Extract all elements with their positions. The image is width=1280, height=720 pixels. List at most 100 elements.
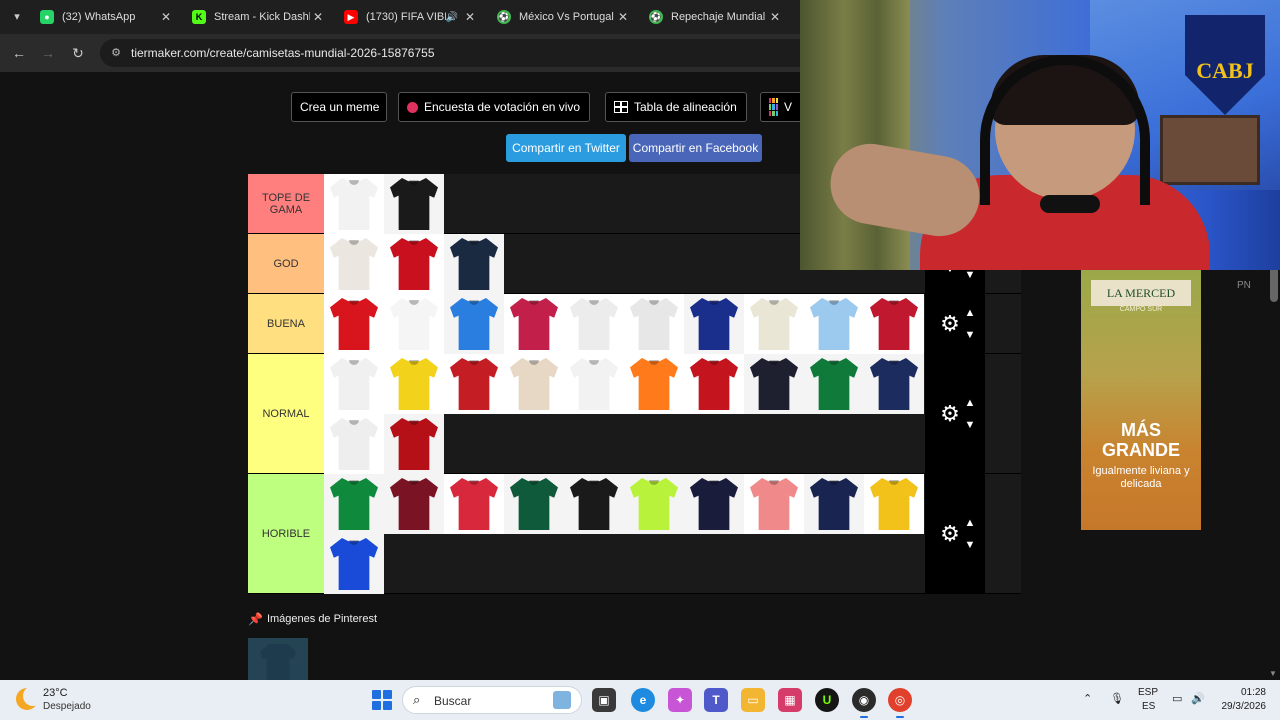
jersey-card[interactable]	[804, 354, 864, 414]
keyboard-layout[interactable]: ES	[1142, 701, 1155, 712]
tab-kick[interactable]: K Stream - Kick Dashboard ✕	[184, 4, 334, 30]
tier-label[interactable]: NORMAL	[248, 354, 324, 473]
jersey-card[interactable]	[624, 294, 684, 354]
jersey-card[interactable]	[564, 294, 624, 354]
tier-label[interactable]: BUENA	[248, 294, 324, 353]
speaker-icon[interactable]: 🔊	[446, 12, 458, 23]
live-poll-button[interactable]: Encuesta de votación en vivo	[398, 92, 590, 122]
tab-youtube[interactable]: ▶ (1730) FIFA VIBES 🔊 ✕	[336, 4, 486, 30]
forward-arrow-icon[interactable]: →	[37, 42, 59, 64]
more-tools-button[interactable]: V	[760, 92, 800, 122]
calendar-app-icon[interactable]: ▦	[778, 688, 802, 712]
microphone-tray-icon[interactable]: 🎙	[1110, 692, 1124, 705]
close-icon[interactable]: ✕	[158, 10, 174, 24]
edge-icon[interactable]: e	[631, 688, 655, 712]
jersey-card[interactable]	[504, 354, 564, 414]
jersey-card[interactable]	[624, 354, 684, 414]
jersey-card[interactable]	[324, 474, 384, 534]
tier-label[interactable]: GOD	[248, 234, 324, 293]
jersey-card[interactable]	[444, 474, 504, 534]
taskbar-search[interactable]: ⌕ Buscar	[402, 686, 582, 714]
jersey-card[interactable]	[624, 474, 684, 534]
obs-icon[interactable]: ◉	[852, 688, 876, 718]
jersey-card[interactable]	[324, 414, 384, 474]
close-icon[interactable]: ✕	[767, 10, 783, 24]
create-meme-button[interactable]: Crea un meme	[291, 92, 387, 122]
jersey-card[interactable]	[384, 174, 444, 234]
jersey-card[interactable]	[324, 234, 384, 294]
jersey-card[interactable]	[324, 294, 384, 354]
share-twitter-button[interactable]: Compartir en Twitter	[506, 134, 626, 162]
jersey-card[interactable]	[504, 294, 564, 354]
chevron-up-icon[interactable]: ▲	[963, 396, 977, 410]
clock-time[interactable]: 01:28	[1240, 687, 1266, 698]
address-bar[interactable]: ⚙ tiermaker.com/create/camisetas-mundial…	[100, 39, 820, 67]
tier-label[interactable]: TOPE DE GAMA	[248, 174, 324, 233]
jersey-card[interactable]	[564, 474, 624, 534]
clock-date[interactable]: 29/3/2026	[1218, 701, 1267, 712]
jersey-card[interactable]	[684, 354, 744, 414]
pinterest-image[interactable]	[248, 638, 308, 680]
site-info-icon[interactable]: ⚙	[108, 45, 124, 61]
jersey-card[interactable]	[384, 234, 444, 294]
jersey-card[interactable]	[744, 474, 804, 534]
teams-icon[interactable]: T	[704, 688, 728, 712]
chrome-icon[interactable]: ◎	[888, 688, 912, 718]
chevron-down-icon[interactable]: ▼	[963, 538, 977, 552]
jersey-card[interactable]	[384, 414, 444, 474]
jersey-card[interactable]	[864, 474, 924, 534]
back-arrow-icon[interactable]: ←	[8, 42, 30, 64]
weather-description[interactable]: Despejado	[43, 701, 91, 712]
weather-temperature[interactable]: 23°C	[43, 687, 68, 699]
jersey-card[interactable]	[804, 474, 864, 534]
jersey-card[interactable]	[444, 234, 504, 294]
upwork-icon[interactable]: U	[815, 688, 839, 712]
copilot-icon[interactable]: ✦	[668, 688, 692, 712]
tab-mexico-portugal[interactable]: ⚽ México Vs Portugal - ✕	[489, 4, 639, 30]
moon-weather-icon[interactable]	[16, 686, 43, 710]
tier-label[interactable]: HORIBLE	[248, 474, 324, 593]
jersey-card[interactable]	[384, 294, 444, 354]
jersey-card[interactable]	[444, 294, 504, 354]
scroll-down-arrow-icon[interactable]: ▼	[1269, 669, 1277, 678]
chevron-down-icon[interactable]: ▼	[963, 328, 977, 342]
gear-icon[interactable]: ⚙	[939, 523, 961, 545]
jersey-card[interactable]	[684, 294, 744, 354]
tab-search-dropdown-icon[interactable]: ▾	[6, 6, 28, 28]
gear-icon[interactable]: ⚙	[939, 313, 961, 335]
task-view-icon[interactable]: ▣	[592, 688, 616, 712]
advertisement-banner[interactable]: LA MERCED CAMPO SUR MÁS GRANDE Igualment…	[1081, 270, 1201, 530]
jersey-card[interactable]	[744, 354, 804, 414]
jersey-card[interactable]	[864, 354, 924, 414]
jersey-card[interactable]	[384, 474, 444, 534]
close-icon[interactable]: ✕	[462, 10, 478, 24]
jersey-card[interactable]	[504, 474, 564, 534]
chevron-up-icon[interactable]: ▲	[963, 306, 977, 320]
file-explorer-icon[interactable]: ▭	[741, 688, 765, 712]
jersey-card[interactable]	[324, 354, 384, 414]
close-icon[interactable]: ✕	[310, 10, 326, 24]
jersey-card[interactable]	[324, 174, 384, 234]
windows-start-icon[interactable]	[372, 690, 392, 710]
close-icon[interactable]: ✕	[615, 10, 631, 24]
jersey-card[interactable]	[804, 294, 864, 354]
jersey-card[interactable]	[384, 354, 444, 414]
volume-icon[interactable]: 🔊	[1191, 692, 1205, 705]
chevron-down-icon[interactable]: ▼	[963, 268, 977, 282]
input-language[interactable]: ESP	[1138, 687, 1158, 698]
chevron-up-icon[interactable]: ⌃	[1083, 692, 1092, 705]
jersey-card[interactable]	[444, 354, 504, 414]
network-icon[interactable]: ▭	[1172, 692, 1182, 705]
lineup-table-button[interactable]: Tabla de alineación	[605, 92, 747, 122]
share-facebook-button[interactable]: Compartir en Facebook	[629, 134, 762, 162]
chevron-up-icon[interactable]: ▲	[963, 516, 977, 530]
jersey-card[interactable]	[744, 294, 804, 354]
chevron-down-icon[interactable]: ▼	[963, 418, 977, 432]
jersey-card[interactable]	[864, 294, 924, 354]
gear-icon[interactable]: ⚙	[939, 403, 961, 425]
jersey-card[interactable]	[684, 474, 744, 534]
tab-whatsapp[interactable]: ● (32) WhatsApp ✕	[32, 4, 182, 30]
tab-repechaje[interactable]: ⚽ Repechaje Mundial - ✕	[641, 4, 791, 30]
jersey-card[interactable]	[564, 354, 624, 414]
jersey-card[interactable]	[324, 534, 384, 594]
